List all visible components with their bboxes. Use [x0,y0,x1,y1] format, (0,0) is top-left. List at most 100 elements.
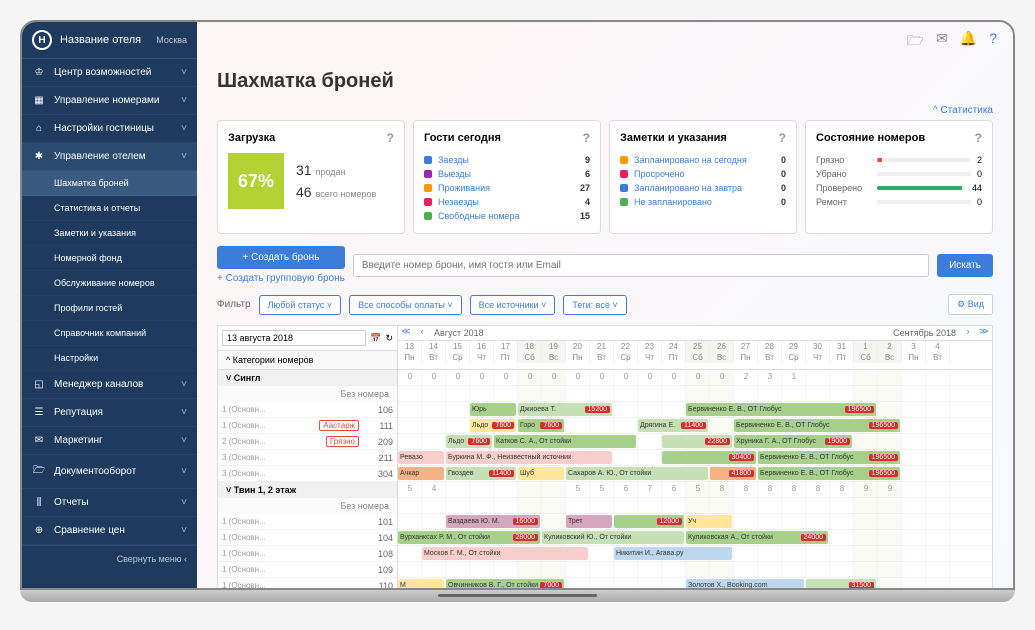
calendar-icon[interactable]: 📅 [370,333,381,344]
help-icon[interactable]: ? [583,131,590,145]
nav-item[interactable]: ▦Управление номерами˅ [22,87,197,115]
booking-bar[interactable]: Уч [686,515,732,528]
help-icon[interactable]: ? [975,131,982,145]
stats-toggle[interactable]: ^ Статистика [197,101,1013,120]
booking-bar[interactable]: Москов Г. М., От стойки [422,547,588,560]
view-button[interactable]: ⚙ Вид [948,294,993,315]
booking-bar[interactable]: Хруника Г. А., ОТ Глобус19000 [734,435,852,448]
nav-sub-item[interactable]: Номерной фонд [22,246,197,271]
create-group-booking-button[interactable]: + Создать групповую бронь [217,273,345,284]
nav-sub-item[interactable]: Профили гостей [22,296,197,321]
booking-bar[interactable]: Шуб [518,467,564,480]
refresh-icon[interactable]: ↻ [385,333,393,344]
booking-bar[interactable]: Ревазо [398,451,444,464]
stat-label[interactable]: Свободные номера [438,211,580,221]
room-row[interactable]: 2 (Основн...Грязно209 [218,434,397,450]
stat-label[interactable]: Незаезды [438,197,585,207]
help-icon[interactable]: ? [779,131,786,145]
nav-item[interactable]: ◱Менеджер каналов˅ [22,371,197,399]
prev-month[interactable]: ≪ [398,326,414,340]
filter-tags[interactable]: Теги: все ˅ [563,295,626,315]
nav-item[interactable]: ⊕Сравнение цен˅ [22,517,197,545]
booking-bar[interactable]: Ачкар [398,467,444,480]
nav-sub-item[interactable]: Шахматка броней [22,171,197,196]
prev-day[interactable]: ‹ [414,326,430,340]
room-row[interactable]: 1 (Основн...106 [218,402,397,418]
booking-bar[interactable]: Бервиненко Е. В., ОТ Глобус196500 [758,451,900,464]
booking-bar[interactable]: Золотов Х., Booking.com [686,579,804,588]
search-input[interactable] [353,254,929,277]
booking-bar[interactable]: Льдо7600 [446,435,492,448]
nav-item[interactable]: 🗁Документооборот˅ [22,455,197,489]
stat-label[interactable]: Просрочено [634,169,781,179]
booking-bar[interactable]: 22800 [662,435,732,448]
booking-bar[interactable]: Дрягина Е.11400 [638,419,708,432]
room-row[interactable]: 1 (Основн...110 [218,578,397,588]
nav-item[interactable]: ⫼Отчеты˅ [22,489,197,517]
booking-bar[interactable]: Джиоева Т.15200 [518,403,612,416]
booking-bar[interactable]: Трет [566,515,612,528]
room-row[interactable]: 3 (Основн...304 [218,466,397,482]
nav-sub-item[interactable]: Справочник компаний [22,321,197,346]
booking-bar[interactable]: Гвоздев11400 [446,467,516,480]
room-row[interactable]: 3 (Основн...211 [218,450,397,466]
booking-bar[interactable]: Ваздаева Ю. М.16000 [446,515,540,528]
filter-status[interactable]: Любой статус ˅ [259,295,342,315]
help-icon[interactable]: ? [989,30,997,54]
search-button[interactable]: Искать [937,254,993,277]
nav-item[interactable]: ✱Управление отелем˅ [22,143,197,171]
booking-bar[interactable]: 41800 [710,467,756,480]
booking-bar[interactable]: Вурханксах Р. М., От стойки28000 [398,531,540,544]
booking-bar[interactable]: Никитин И., Агава.ру [614,547,732,560]
filter-sources[interactable]: Все источники ˅ [470,295,556,315]
booking-bar[interactable]: Бервиненко Е. В., ОТ Глобус196500 [686,403,876,416]
booking-bar[interactable]: 31500 [806,579,876,588]
booking-bar[interactable]: Куликовский Ю., От стойки [542,531,684,544]
stat-label[interactable]: Запланировано на сегодня [634,155,781,165]
nav-item[interactable]: ✉Маркетинг˅ [22,427,197,455]
nav-sub-item[interactable]: Обслуживание номеров [22,271,197,296]
booking-bar[interactable]: 12000 [614,515,684,528]
bell-icon[interactable]: 🔔 [960,30,977,54]
category-row[interactable]: ˅ Сингл [218,370,397,386]
booking-bar[interactable]: Буркина М. Ф., Неизвестный источник [446,451,612,464]
booking-bar[interactable]: Горо7600 [518,419,564,432]
next-day[interactable]: › [960,326,976,340]
category-row[interactable]: ˅ Твин 1, 2 этаж [218,482,397,498]
room-row[interactable]: 1 (Основн...101 [218,514,397,530]
mail-icon[interactable]: ✉ [936,30,948,54]
booking-bar[interactable]: Бервиненко Е. В., ОТ Глобус196500 [734,419,900,432]
filter-payment[interactable]: Все способы оплаты ˅ [349,295,461,315]
stat-label[interactable]: Выезды [438,169,585,179]
next-month[interactable]: ≫ [976,326,992,340]
categories-toggle[interactable]: ^ Категории номеров [218,351,397,369]
booking-bar[interactable]: Сахаров А. Ю., От стойки [566,467,708,480]
stat-label[interactable]: Проживания [438,183,580,193]
nav-item[interactable]: ♔Центр возможностей˅ [22,59,197,87]
create-booking-button[interactable]: + Создать бронь [217,246,345,269]
booking-bar[interactable]: Куликовская А., От стойки24000 [686,531,828,544]
nav-sub-item[interactable]: Статистика и отчеты [22,196,197,221]
collapse-menu[interactable]: Свернуть меню ‹ [22,545,197,572]
booking-bar[interactable]: Овчинников В. Г., От стойки7000 [446,579,564,588]
stat-label[interactable]: Запланировано на завтра [634,183,781,193]
room-row[interactable]: 1 (Основн...Аастарж111 [218,418,397,434]
nav-sub-item[interactable]: Настройки [22,346,197,371]
folder-icon[interactable]: 🗁 [907,30,924,54]
nav-item[interactable]: ⌂Настройки гостиницы˅ [22,115,197,143]
booking-bar[interactable]: Юрь [470,403,516,416]
booking-bar[interactable]: Катков С. А., От стойки [494,435,636,448]
booking-bar[interactable]: Льдо7600 [470,419,516,432]
room-row[interactable]: 1 (Основн...104 [218,530,397,546]
nav-sub-item[interactable]: Заметки и указания [22,221,197,246]
help-icon[interactable]: ? [387,131,394,145]
room-row[interactable]: 1 (Основн...108 [218,546,397,562]
stat-label[interactable]: Заезды [438,155,585,165]
booking-bar[interactable]: 30400 [662,451,756,464]
booking-bar[interactable]: М [398,579,444,588]
room-row[interactable]: 1 (Основн...109 [218,562,397,578]
stat-label[interactable]: Не запланировано [634,197,781,207]
booking-bar[interactable]: Бервиненко Е. В., ОТ Глобус196500 [758,467,900,480]
nav-item[interactable]: ☰Репутация˅ [22,399,197,427]
date-input[interactable] [222,330,366,346]
